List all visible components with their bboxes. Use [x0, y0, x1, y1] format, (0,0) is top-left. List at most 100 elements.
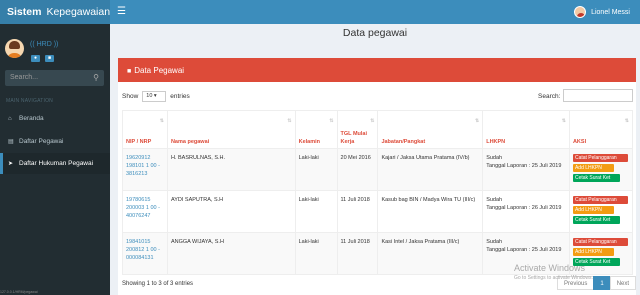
sort-icon: ⇅: [475, 118, 480, 124]
cell-kelamin: Laki-laki: [294, 190, 338, 233]
sidebar: (( HRD )) ● ■ Search... ⚲ MAIN NAVIGATIO…: [0, 24, 110, 295]
brand-bold: Sistem: [7, 6, 42, 18]
button-label: Cetak Surat Ket: [574, 217, 611, 223]
watermark-title: Activate Windows: [514, 263, 586, 273]
user-icon[interactable]: ●: [31, 55, 40, 62]
add-lhkpn-button[interactable]: Add LHKPN: [572, 206, 614, 214]
entries-label: entries: [170, 93, 190, 100]
cetak-surat-button[interactable]: Cetak Surat Ket: [572, 174, 620, 182]
sort-icon: ⇅: [561, 118, 566, 124]
watermark-sub: Go to Settings to activate Windows.: [514, 275, 593, 281]
catat-pelanggaran-button[interactable]: Catat Pelanggaran: [572, 238, 628, 246]
col-label: Kelamin: [298, 139, 320, 145]
cell-nama: H. BASRULNAS, S.H.: [166, 148, 296, 191]
col-kelamin[interactable]: Kelamin ⇅: [294, 110, 338, 149]
sidebar-item-label: Daftar Pegawai: [19, 138, 64, 145]
cell-tgl: 11 Juli 2018: [336, 190, 379, 233]
table-search-input[interactable]: [563, 89, 633, 102]
cell-nip: 19780615 200003 1 00 - 40076247: [122, 190, 168, 233]
col-nama[interactable]: Nama pegawai ⇅: [166, 110, 296, 149]
catat-pelanggaran-button[interactable]: Catat Pelanggaran: [572, 196, 628, 204]
cell-jabatan: Kasi Intel / Jaksa Pratama (III/c): [377, 232, 484, 275]
col-lhkpn[interactable]: LHKPN ⇅: [482, 110, 570, 149]
cell-lhkpn: Sudah Tanggal Laporan : 26 Juli 2019: [482, 190, 570, 233]
lhkpn-status: Sudah: [486, 197, 503, 203]
box-header: ■ Data Pegawai: [118, 58, 636, 82]
home-icon: ⌂: [8, 116, 12, 122]
cell-kelamin: Laki-laki: [294, 232, 338, 275]
cell-tgl: 11 Juli 2018: [336, 232, 379, 275]
sidebar-item-daftar-hukuman[interactable]: ➤ Daftar Hukuman Pegawai: [0, 153, 110, 174]
pin-icon: ➤: [8, 161, 14, 167]
user-role: (( HRD )): [30, 41, 59, 48]
button-label: Cetak Surat Ket: [574, 175, 611, 181]
col-aksi[interactable]: AKSI ⇅: [568, 110, 634, 149]
sort-icon: ⇅: [287, 118, 292, 124]
page-1-button[interactable]: 1: [593, 276, 611, 290]
brand-logo[interactable]: Sistem Kepegawaian: [0, 0, 110, 24]
next-button[interactable]: Next: [609, 276, 637, 290]
table-row: 19780615 200003 1 00 - 40076247 AYDI SAP…: [122, 190, 634, 233]
sort-icon: ⇅: [624, 118, 629, 124]
cell-lhkpn: Sudah Tanggal Laporan : 25 Juli 2019: [482, 148, 570, 191]
table-info: Showing 1 to 3 of 3 entries: [122, 281, 194, 287]
top-navbar: Sistem Kepegawaian ☰ Lionel Messi: [0, 0, 640, 24]
lhkpn-status: Sudah: [486, 239, 503, 245]
pegawai-table: NIP / NRP ⇅ Nama pegawai ⇅ Kelamin ⇅ TGL Mu…: [122, 110, 634, 275]
sidebar-item-label: Beranda: [19, 115, 44, 122]
nav-header: MAIN NAVIGATION: [6, 98, 53, 104]
col-jabatan[interactable]: Jabatan/Pangkat ⇅: [377, 110, 484, 149]
cell-nama: ANGGA WIJAYA, S.H: [166, 232, 296, 275]
sidebar-item-beranda[interactable]: ⌂ Beranda: [0, 108, 110, 129]
sort-icon: ⇅: [370, 118, 375, 124]
page-title: Data pegawai: [342, 27, 408, 39]
col-label: Nama pegawai: [170, 139, 210, 145]
search-icon[interactable]: ⚲: [93, 70, 99, 86]
cetak-surat-button[interactable]: Cetak Surat Ket: [572, 216, 620, 224]
sort-icon: ⇅: [159, 118, 164, 124]
col-label: Jabatan/Pangkat: [381, 139, 426, 145]
table-row: 19620912 198101 1 00 - 3816213 H. BASRUL…: [122, 148, 634, 191]
cell-nip: 19841015 200812 1 00 - 000084131: [122, 232, 168, 275]
col-label: AKSI: [572, 139, 587, 145]
user-avatar: [5, 39, 24, 58]
cell-nip: 19620912 198101 1 00 - 3816213: [122, 148, 168, 191]
cell-jabatan: Kasub bag BIN / Madya Wira TU (III/c): [377, 190, 484, 233]
table-search-label: Search:: [538, 93, 561, 100]
cell-aksi: Catat Pelanggaran Add LHKPN Cetak Surat …: [568, 190, 634, 233]
cell-nama: AYDI SAPUTRA, S.H: [166, 190, 296, 233]
entries-select[interactable]: 10 ▾: [142, 91, 167, 102]
col-nip[interactable]: NIP / NRP ⇅: [122, 110, 168, 149]
user-menu[interactable]: Lionel Messi: [574, 0, 630, 24]
sidebar-search-placeholder: Search...: [10, 74, 39, 81]
browser-status-bar: 127.0.0.1/HRM/pegawai: [0, 290, 38, 294]
sidebar-search-input[interactable]: Search... ⚲: [5, 70, 104, 86]
entries-control: Show 10 ▾ entries: [122, 91, 190, 102]
edit-icon[interactable]: ■: [45, 55, 54, 62]
col-tgl[interactable]: TGL Mulai Kerja ⇅: [336, 110, 379, 149]
user-icon: ■: [127, 68, 132, 75]
user-panel: (( HRD )) ● ■: [0, 24, 110, 66]
sidebar-item-daftar-pegawai[interactable]: ▤ Daftar Pegawai: [0, 131, 110, 152]
sidebar-item-label: Daftar Hukuman Pegawai: [19, 160, 94, 167]
lhkpn-date: Tanggal Laporan : 25 Juli 2019: [486, 247, 562, 253]
book-icon: ▤: [8, 139, 14, 145]
catat-pelanggaran-button[interactable]: Catat Pelanggaran: [572, 154, 628, 162]
hamburger-icon[interactable]: ☰: [117, 7, 126, 17]
lhkpn-date: Tanggal Laporan : 26 Juli 2019: [486, 205, 562, 211]
col-label: NIP / NRP: [126, 139, 152, 145]
add-lhkpn-button[interactable]: Add LHKPN: [572, 164, 614, 172]
sort-icon: ⇅: [329, 118, 334, 124]
button-label: Add LHKPN: [574, 249, 602, 255]
entries-value: 10: [146, 93, 153, 99]
button-label: Add LHKPN: [574, 165, 602, 171]
avatar: [574, 6, 587, 18]
add-lhkpn-button[interactable]: Add LHKPN: [572, 248, 614, 256]
button-label: Catat Pelanggaran: [574, 197, 617, 203]
button-label: Add LHKPN: [574, 207, 602, 213]
data-box: ■ Data Pegawai Show 10 ▾ entries Search: …: [118, 58, 637, 295]
windows-watermark: Activate Windows Go to Settings to activ…: [514, 263, 593, 283]
cell-aksi: Catat Pelanggaran Add LHKPN Cetak Surat …: [568, 148, 634, 191]
show-label: Show: [122, 93, 139, 100]
cell-kelamin: Laki-laki: [294, 148, 338, 191]
